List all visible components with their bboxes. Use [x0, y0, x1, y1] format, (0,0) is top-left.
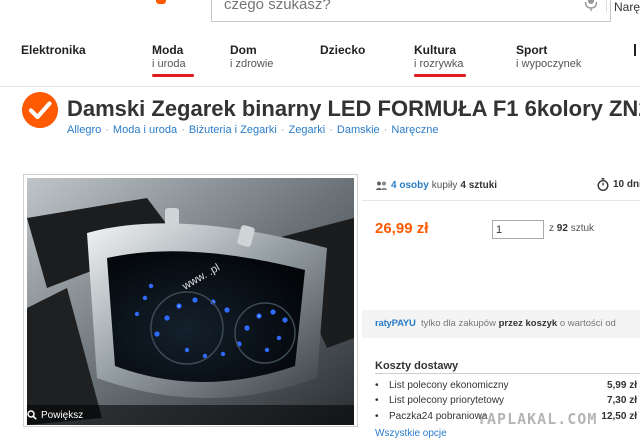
- category-label: Dziecko: [320, 43, 366, 57]
- allegro-logo[interactable]: [156, 0, 166, 4]
- top-bar: Narę: [0, 0, 640, 24]
- category-label: Dom: [230, 43, 257, 57]
- buyers-text: kupiły: [431, 180, 458, 191]
- shipping-name: List polecony priorytetowy: [389, 395, 505, 406]
- breadcrumb-link[interactable]: Zegarki: [289, 124, 326, 136]
- category-dziecko[interactable]: Dziecko: [320, 44, 365, 57]
- product-title: Damski Zegarek binarny LED FORMUŁA F1 6k…: [67, 96, 640, 121]
- zoom-label: Powiększ: [41, 409, 84, 421]
- price: 26,99 zł: [375, 220, 429, 237]
- shipping-row: • List polecony priorytetowy 7,30 zł: [375, 395, 637, 406]
- breadcrumb-link[interactable]: Naręczne: [391, 124, 438, 136]
- breadcrumb-link[interactable]: Moda i uroda: [113, 124, 177, 136]
- stopwatch-icon: [597, 178, 609, 191]
- category-label: Elektronika: [21, 43, 86, 57]
- breadcrumb: Allegro · Moda i uroda · Biżuteria i Zegarki…: [67, 124, 439, 136]
- shipping-name: List polecony ekonomiczny: [389, 380, 509, 391]
- search-input[interactable]: [224, 0, 564, 14]
- category-sublabel: i wypoczynek: [516, 58, 582, 70]
- divider: [362, 200, 640, 201]
- stock-info: z 92 sztuk: [549, 223, 595, 234]
- shipping-row: • List polecony ekonomiczny 5,99 zł: [375, 380, 637, 391]
- shipping-cost: 5,99 zł: [606, 380, 637, 391]
- breadcrumb-link[interactable]: Biżuteria i Zegarki: [189, 124, 277, 136]
- category-more[interactable]: [634, 44, 640, 56]
- quantity-input[interactable]: [492, 220, 544, 239]
- category-nav: Elektronika Moda i uroda Dom i zdrowie D…: [0, 40, 640, 80]
- shipping-title: Koszty dostawy: [375, 360, 459, 372]
- installments-info: ratyPAYU tylko dla zakupów przez koszyk …: [375, 318, 616, 329]
- buyers-count[interactable]: 4 osoby: [391, 180, 429, 191]
- category-moda[interactable]: Moda i uroda: [152, 43, 194, 77]
- category-label: Moda: [152, 43, 184, 57]
- breadcrumb-link[interactable]: Damskie: [337, 124, 380, 136]
- category-underline: [414, 74, 466, 77]
- category-dom[interactable]: Dom i zdrowie: [230, 44, 273, 71]
- category-sublabel: i uroda: [152, 58, 186, 70]
- site-watermark: YAPLAKAL.COM: [477, 410, 598, 428]
- breadcrumb-link[interactable]: Allegro: [67, 124, 101, 136]
- category-sublabel: i rozrywka: [414, 58, 464, 70]
- category-elektronika[interactable]: Elektronika: [21, 44, 86, 57]
- buyers-info: 4 osoby kupiły 4 sztuki: [375, 180, 497, 191]
- people-icon: [375, 181, 388, 190]
- search-scope-select[interactable]: Narę: [614, 0, 640, 14]
- category-kultura[interactable]: Kultura i rozrywka: [414, 43, 466, 77]
- shipping-cost: 7,30 zł: [606, 395, 637, 406]
- raty-payu-logo: ratyPAYU: [375, 318, 416, 329]
- category-label: Sport: [516, 43, 548, 57]
- magnifier-icon: [27, 410, 37, 420]
- category-underline: [152, 74, 194, 77]
- product-photo[interactable]: www. .pl: [27, 178, 354, 425]
- microphone-icon[interactable]: [584, 0, 598, 12]
- search-box: [211, 0, 611, 22]
- shipping-name: Paczka24 pobraniowa: [389, 411, 488, 422]
- category-label: Kultura: [414, 43, 456, 57]
- category-sport[interactable]: Sport i wypoczynek: [516, 44, 581, 71]
- shipping-cost: 12,50 zł: [601, 411, 637, 422]
- buyers-qty: 4 sztuki: [460, 180, 498, 191]
- time-left: 10 dni: [597, 178, 640, 191]
- check-badge-icon: [22, 92, 58, 128]
- time-left-value: 10 dni: [613, 179, 640, 190]
- category-sublabel: i zdrowie: [230, 58, 274, 70]
- all-shipping-options-link[interactable]: Wszystkie opcje: [375, 428, 447, 439]
- shipping-divider: [375, 373, 640, 374]
- zoom-button[interactable]: Powiększ: [27, 406, 83, 424]
- search-divider: [606, 0, 607, 12]
- nav-divider: [0, 86, 640, 87]
